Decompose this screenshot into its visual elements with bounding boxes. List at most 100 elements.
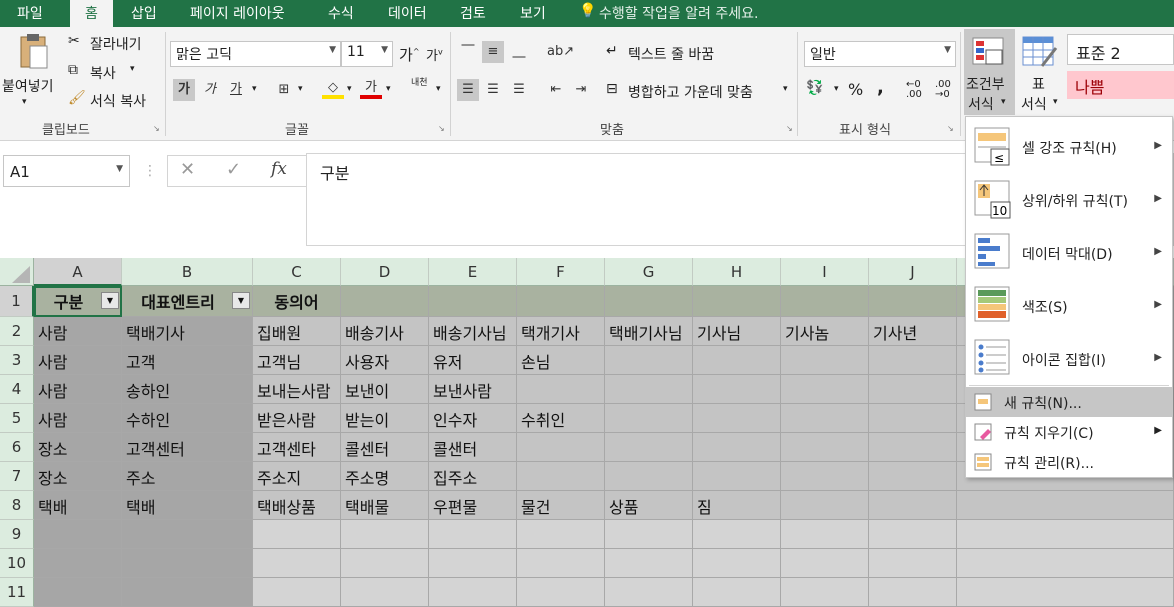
font-size-select[interactable]: 11 ▼ [341, 41, 393, 67]
cell[interactable]: 사용자 [341, 346, 429, 375]
cell[interactable] [253, 578, 341, 607]
style-normal2[interactable]: 표준 2 [1067, 34, 1174, 65]
cell[interactable] [693, 404, 781, 433]
menu-item-top-bottom-rules[interactable]: 10 상위/하위 규칙(T) ▶ [966, 174, 1172, 224]
cell[interactable] [869, 578, 957, 607]
cell[interactable]: 손님 [517, 346, 605, 375]
cell[interactable] [869, 433, 957, 462]
cell[interactable] [605, 433, 693, 462]
cell[interactable]: 택배물 [341, 491, 429, 520]
cell[interactable] [957, 578, 1174, 607]
menu-item-color-scales[interactable]: 색조(S) ▶ [966, 280, 1172, 330]
cell[interactable] [781, 520, 869, 549]
cell[interactable]: 기사년 [869, 317, 957, 346]
cell[interactable]: 집주소 [429, 462, 517, 491]
conditional-formatting-button[interactable]: 조건부 서식 ▾ [964, 29, 1015, 115]
accounting-format-icon[interactable]: 💱 [806, 80, 823, 96]
row-header[interactable]: 2 [0, 317, 34, 346]
cell[interactable] [693, 346, 781, 375]
cell[interactable] [517, 549, 605, 578]
cell[interactable] [605, 462, 693, 491]
cell[interactable]: 주소지 [253, 462, 341, 491]
cell[interactable]: 집배원 [253, 317, 341, 346]
cell[interactable] [869, 520, 957, 549]
column-header[interactable]: C [253, 258, 341, 286]
increase-indent-icon[interactable]: ⇥ [570, 79, 592, 101]
tab-formulas[interactable]: 수식 [328, 3, 354, 23]
column-header[interactable]: A [34, 258, 122, 286]
copy-dropdown-icon[interactable]: ▾ [130, 64, 135, 74]
column-header[interactable]: G [605, 258, 693, 286]
cell[interactable] [693, 462, 781, 491]
alignment-launcher-icon[interactable]: ↘ [786, 124, 793, 133]
row-header[interactable]: 8 [0, 491, 34, 520]
tab-home[interactable]: 홈 [70, 0, 113, 27]
row-header[interactable]: 3 [0, 346, 34, 375]
cell[interactable]: 사람 [34, 346, 122, 375]
decrease-indent-icon[interactable]: ⇤ [545, 79, 567, 101]
cell[interactable]: 콜샌터 [429, 433, 517, 462]
cell[interactable] [517, 375, 605, 404]
cell[interactable] [781, 346, 869, 375]
cell[interactable] [341, 578, 429, 607]
column-header[interactable]: E [429, 258, 517, 286]
cell[interactable]: 받는이 [341, 404, 429, 433]
column-header[interactable]: D [341, 258, 429, 286]
insert-function-icon[interactable]: fx [271, 159, 287, 179]
font-color-button[interactable]: 가 [360, 77, 382, 99]
format-painter-button[interactable]: 서식 복사 [90, 91, 146, 111]
cell[interactable] [253, 549, 341, 578]
cell[interactable] [122, 520, 253, 549]
clipboard-launcher-icon[interactable]: ↘ [153, 124, 160, 133]
cell[interactable]: 송하인 [122, 375, 253, 404]
font-color-dropdown-icon[interactable]: ▾ [386, 84, 391, 94]
align-bottom-icon[interactable]: ⎽ [508, 41, 530, 63]
column-header[interactable]: H [693, 258, 781, 286]
cell[interactable]: 인수자 [429, 404, 517, 433]
style-bad[interactable]: 나쁨 [1067, 71, 1174, 99]
cell[interactable]: 주소 [122, 462, 253, 491]
cell[interactable] [693, 433, 781, 462]
name-box[interactable]: A1 ▼ [3, 155, 130, 187]
phonetic-button[interactable]: 내천 [411, 79, 428, 88]
cancel-icon[interactable]: ✕ [180, 159, 195, 180]
cell[interactable]: 유저 [429, 346, 517, 375]
tab-review[interactable]: 검토 [460, 3, 486, 23]
filter-dropdown-icon[interactable]: ▼ [101, 292, 119, 309]
cell[interactable] [429, 520, 517, 549]
bold-button[interactable]: 가 [173, 79, 195, 101]
tab-page-layout[interactable]: 페이지 레이아웃 [190, 3, 285, 23]
cell[interactable]: 고객센터 [122, 433, 253, 462]
align-left-icon[interactable]: ☰ [457, 79, 479, 101]
menu-item-icon-sets[interactable]: 아이콘 집합(I) ▶ [966, 333, 1172, 383]
fill-color-icon[interactable]: ◇ [322, 77, 344, 99]
cell[interactable] [605, 520, 693, 549]
tell-me-box[interactable]: 수행할 작업을 알려 주세요. [599, 3, 758, 23]
cell[interactable] [869, 462, 957, 491]
cell[interactable] [605, 346, 693, 375]
cell[interactable]: 장소 [34, 433, 122, 462]
cell[interactable] [605, 286, 693, 317]
tab-data[interactable]: 데이터 [388, 3, 427, 23]
cell[interactable] [429, 286, 517, 317]
cell[interactable] [957, 520, 1174, 549]
grow-font-button[interactable]: 가^ [399, 44, 420, 65]
enter-icon[interactable]: ✓ [226, 159, 241, 180]
cell[interactable]: 택배 [34, 491, 122, 520]
cell[interactable]: 보낸사람 [429, 375, 517, 404]
cell[interactable]: 우편물 [429, 491, 517, 520]
font-launcher-icon[interactable]: ↘ [438, 124, 445, 133]
cell[interactable] [781, 375, 869, 404]
cell[interactable] [605, 578, 693, 607]
menu-item-new-rule[interactable]: 새 규칙(N)... [966, 387, 1172, 417]
cell[interactable] [341, 520, 429, 549]
cell[interactable] [869, 286, 957, 317]
cell[interactable] [34, 578, 122, 607]
row-header[interactable]: 1 [0, 286, 34, 317]
merge-center-button[interactable]: 병합하고 가운데 맞춤 [628, 82, 753, 102]
number-format-select[interactable]: 일반 ▼ [804, 41, 956, 67]
italic-button[interactable]: 가 [199, 79, 221, 101]
menu-item-manage-rules[interactable]: 규칙 관리(R)... [966, 447, 1172, 477]
cell[interactable] [781, 578, 869, 607]
row-header[interactable]: 7 [0, 462, 34, 491]
